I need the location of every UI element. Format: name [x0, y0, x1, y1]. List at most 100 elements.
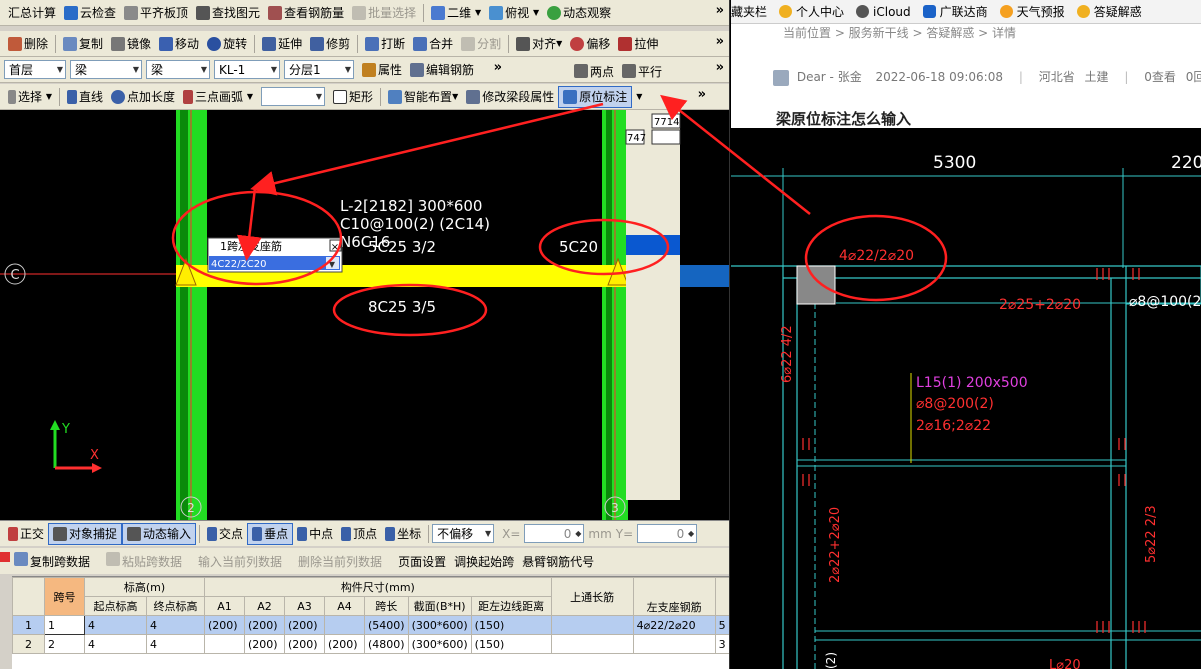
annotation-dropdown-arrow[interactable]: ▼ — [632, 86, 646, 108]
component-name-select[interactable]: KL-1 ▼ — [214, 60, 280, 79]
copy-button[interactable]: 复制 — [59, 33, 107, 55]
cantilever-rebar-code-button[interactable]: 悬臂钢筋代号 — [522, 553, 594, 570]
cell-top-rebar[interactable] — [550, 615, 634, 635]
summary-calc-button[interactable]: 汇总计算 — [4, 2, 60, 24]
component-subtype-select[interactable]: 梁 ▼ — [146, 60, 210, 79]
merge-button[interactable]: 合并 — [409, 33, 457, 55]
rotate-button[interactable]: 旋转 — [203, 33, 251, 55]
attached-drawing[interactable]: 5300 220 4⌀22/2⌀20 2⌀25+2⌀20 ⌀8@100(2) L… — [731, 128, 1201, 669]
parallel-button[interactable]: 平行 — [618, 60, 666, 82]
rectangle-button[interactable]: 矩形 — [329, 86, 377, 108]
cell-a1[interactable]: (200) — [204, 615, 245, 635]
cell-a1[interactable] — [204, 634, 245, 654]
col-header-left-support[interactable]: 左支座钢筋 — [632, 577, 716, 616]
col-header-section[interactable]: 截面(B*H) — [407, 596, 472, 616]
bookmark-personal-center[interactable]: 个人中心 — [779, 3, 844, 20]
cell-a4[interactable] — [324, 615, 365, 635]
cell-distance[interactable]: (150) — [470, 634, 552, 654]
cell-start-elev[interactable]: 4 — [84, 615, 147, 635]
col-header-length[interactable]: 跨长 — [364, 596, 409, 616]
x-coord-input[interactable]: 0 ◆ — [524, 524, 585, 543]
delete-column-data-button[interactable]: 删除当前列数据 — [298, 553, 382, 570]
cell-left-support[interactable] — [632, 634, 716, 654]
move-button[interactable]: 移动 — [155, 33, 203, 55]
bookmark-favorites[interactable]: 藏夹栏 — [731, 3, 767, 20]
smart-layout-dropdown[interactable]: 智能布置 ▼ — [384, 86, 462, 108]
value-box-3[interactable] — [651, 129, 681, 145]
intersection-snap-button[interactable]: 交点 — [203, 523, 247, 545]
col-header-a3[interactable]: A3 — [284, 596, 325, 616]
extend-button[interactable]: 延伸 — [258, 33, 306, 55]
cell-length[interactable]: (4800) — [364, 634, 409, 654]
stretch-button[interactable]: 拉伸 — [614, 33, 662, 55]
toolbar-overflow-icon[interactable]: » — [716, 34, 724, 49]
post-author[interactable]: Dear - 张金 — [797, 70, 862, 84]
cell-a2[interactable]: (200) — [244, 615, 285, 635]
top-mid-rebar-label[interactable]: 5C25 3/2 — [368, 238, 436, 256]
find-element-button[interactable]: 查找图元 — [192, 2, 264, 24]
col-header-a4[interactable]: A4 — [324, 596, 365, 616]
two-point-button[interactable]: 两点 — [570, 60, 618, 82]
perpendicular-snap-button[interactable]: 垂点 — [247, 522, 294, 545]
cell-left-support[interactable]: 4⌀22/2⌀20 — [632, 615, 716, 635]
mirror-button[interactable]: 镜像 — [107, 33, 155, 55]
align-dropdown[interactable]: 对齐 ▼ — [512, 33, 566, 55]
three-point-arc-button[interactable]: 三点画弧 ▼ — [179, 86, 257, 108]
layer-select[interactable]: 分层1 ▼ — [284, 60, 354, 79]
cell-span[interactable]: 1 — [44, 615, 85, 635]
toolbar-overflow-icon[interactable]: » — [698, 87, 706, 102]
cell-section[interactable]: (300*600) — [407, 615, 472, 635]
cell-a3[interactable]: (200) — [284, 634, 325, 654]
cell-section[interactable]: (300*600) — [407, 634, 472, 654]
paste-span-data-button[interactable]: 粘贴跨数据 — [106, 552, 182, 570]
dynamic-input-toggle[interactable]: 动态输入 — [122, 522, 197, 545]
col-header-a1[interactable]: A1 — [204, 596, 245, 616]
input-column-data-button[interactable]: 输入当前列数据 — [198, 553, 282, 570]
col-header-top-rebar[interactable]: 上通长筋 — [550, 577, 634, 616]
top-view-dropdown[interactable]: 俯视 ▼ — [485, 2, 543, 24]
view-2d-dropdown[interactable]: 二维 ▼ — [427, 2, 485, 24]
offset-mode-select[interactable]: 不偏移 ▼ — [432, 524, 495, 543]
col-header-start-elev[interactable]: 起点标高 — [84, 596, 147, 616]
toolbar-overflow-icon[interactable]: » — [494, 60, 502, 75]
offset-button[interactable]: 偏移 — [566, 33, 614, 55]
page-setup-button[interactable]: 页面设置 — [398, 553, 446, 570]
ortho-toggle[interactable]: 正交 — [4, 523, 48, 545]
col-header-span[interactable]: 跨号 — [44, 577, 85, 616]
edit-rebar-button[interactable]: 编辑钢筋 — [406, 59, 478, 81]
cell-a3[interactable]: (200) — [284, 615, 325, 635]
cell-more[interactable]: 5 — [714, 615, 729, 635]
cell-top-rebar[interactable] — [550, 634, 634, 654]
cell-length[interactable]: (5400) — [364, 615, 409, 635]
property-button[interactable]: 属性 — [358, 59, 406, 81]
cloud-check-button[interactable]: 云检查 — [60, 2, 120, 24]
bottom-rebar-label[interactable]: 8C25 3/5 — [368, 298, 436, 316]
view-rebar-qty-button[interactable]: 查看钢筋量 — [264, 2, 348, 24]
line-button[interactable]: 直线 — [63, 86, 107, 108]
trim-button[interactable]: 修剪 — [306, 33, 354, 55]
split-button[interactable]: 分割 — [457, 33, 505, 55]
modify-beam-segment-button[interactable]: 修改梁段属性 — [462, 86, 558, 108]
cell-more[interactable]: 3 — [714, 634, 729, 654]
drawing-canvas[interactable]: C 2 3 7714 747 L-2[2182] 300*600 C10@100… — [0, 110, 729, 520]
breadcrumb[interactable]: 当前位置 > 服务新干线 > 答疑解惑 > 详情 — [783, 24, 1016, 41]
cell-a4[interactable]: (200) — [324, 634, 365, 654]
bookmark-qa[interactable]: 答疑解惑 — [1076, 3, 1142, 20]
cell-span[interactable]: 2 — [44, 634, 85, 654]
batch-select-button[interactable]: 批量选择 — [348, 2, 420, 24]
arc-mode-select[interactable]: ▼ — [261, 87, 326, 106]
cell-distance[interactable]: (150) — [470, 615, 552, 635]
toolbar-overflow-icon[interactable]: » — [716, 60, 724, 75]
swap-start-span-button[interactable]: 调换起始跨 — [454, 553, 514, 570]
dynamic-view-button[interactable]: 动态观察 — [543, 2, 615, 24]
copy-span-data-button[interactable]: 复制跨数据 — [14, 552, 90, 570]
panel-close-icon[interactable] — [0, 552, 10, 562]
component-type-select[interactable]: 梁 ▼ — [70, 60, 142, 79]
y-coord-input[interactable]: 0 ◆ — [637, 524, 698, 543]
vertex-snap-button[interactable]: 顶点 — [337, 523, 381, 545]
object-snap-toggle[interactable]: 对象捕捉 — [48, 522, 123, 545]
col-header-end-elev[interactable]: 终点标高 — [146, 596, 205, 616]
break-button[interactable]: 打断 — [361, 33, 409, 55]
table-row[interactable]: 1 1 4 4 (200) (200) (200) (5400) (300*60… — [12, 615, 729, 635]
col-header-a2[interactable]: A2 — [244, 596, 285, 616]
